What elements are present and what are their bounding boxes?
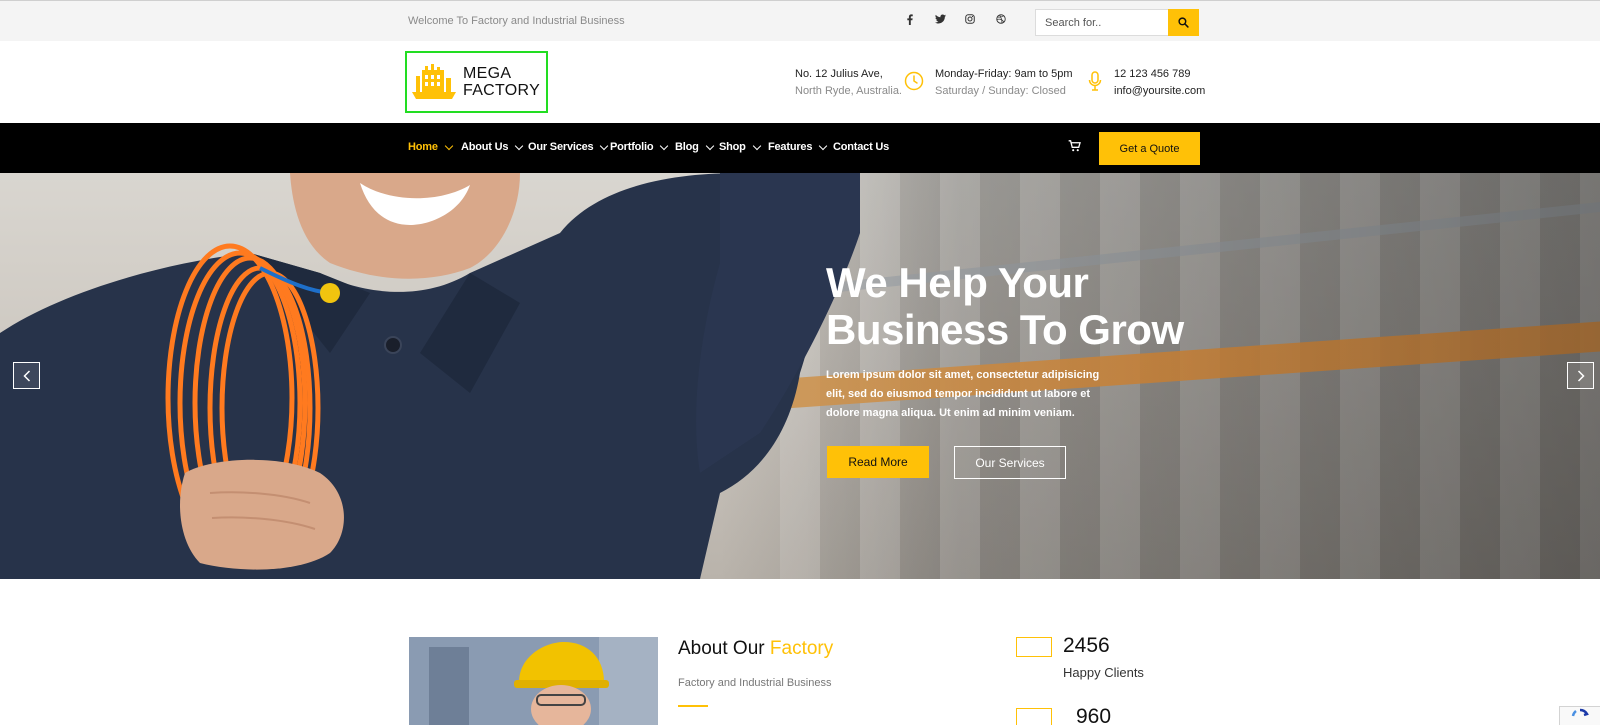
hours-line1: Monday-Friday: 9am to 5pm	[935, 68, 1073, 80]
nav-item-portfolio[interactable]: Portfolio	[610, 141, 669, 153]
contact-block: 12 123 456 789 info@yoursite.com	[1114, 66, 1205, 100]
chevron-left-icon	[22, 369, 30, 382]
address-line1: No. 12 Julius Ave,	[795, 68, 883, 80]
slider-next-button[interactable]	[1567, 362, 1594, 389]
chevron-down-icon	[515, 141, 524, 150]
hero-title-line2: Business To Grow	[826, 306, 1184, 353]
our-services-button[interactable]: Our Services	[954, 446, 1066, 479]
welcome-text: Welcome To Factory and Industrial Busine…	[408, 15, 625, 27]
about-title: About Our Factory	[678, 638, 833, 660]
factory-logo-icon	[412, 64, 456, 99]
chevron-down-icon	[819, 141, 828, 150]
worker-image	[0, 173, 860, 579]
nav-item-blog[interactable]: Blog	[675, 141, 714, 153]
stat-icon-box	[1016, 708, 1052, 725]
nav-item-shop[interactable]: Shop	[719, 141, 761, 153]
search-button[interactable]	[1168, 9, 1199, 36]
stat-value: 2456	[1063, 634, 1110, 657]
nav-label: Portfolio	[610, 141, 654, 153]
nav-label: Our Services	[528, 141, 594, 153]
chevron-down-icon	[600, 141, 609, 150]
hours-line2: Saturday / Sunday: Closed	[935, 85, 1066, 97]
hours-block: Monday-Friday: 9am to 5pm Saturday / Sun…	[935, 66, 1073, 100]
phone-number[interactable]: 12 123 456 789	[1114, 66, 1205, 83]
instagram-icon[interactable]	[963, 14, 977, 28]
read-more-button[interactable]: Read More	[827, 446, 929, 478]
nav-label: Shop	[719, 141, 746, 153]
hero-title: We Help Your Business To Grow	[826, 259, 1184, 353]
nav-item-contact-us[interactable]: Contact Us	[833, 141, 889, 153]
about-subtitle: Factory and Industrial Business	[678, 677, 832, 689]
chevron-down-icon	[660, 141, 669, 150]
dribbble-icon[interactable]	[994, 14, 1008, 28]
about-title-highlight: Factory	[769, 638, 834, 659]
nav-label: Contact Us	[833, 141, 890, 153]
about-image	[409, 637, 658, 725]
chevron-right-icon	[1577, 369, 1585, 382]
recaptcha-icon	[1571, 708, 1589, 717]
stat-icon-box	[1016, 637, 1052, 657]
chevron-down-icon	[444, 141, 454, 150]
logo-line1: MEGA	[463, 65, 512, 82]
address-line2: North Ryde, Australia.	[795, 85, 902, 97]
chevron-down-icon	[705, 141, 714, 150]
email-address[interactable]: info@yoursite.com	[1114, 83, 1205, 100]
logo-text: MEGA FACTORY	[463, 65, 540, 99]
address-block: No. 12 Julius Ave, North Ryde, Australia…	[795, 66, 902, 100]
cart-icon[interactable]	[1068, 140, 1081, 152]
nav-label: About Us	[461, 141, 509, 153]
facebook-icon[interactable]	[903, 14, 917, 28]
chevron-down-icon	[752, 141, 761, 150]
about-title-prefix: About Our	[678, 638, 765, 659]
main-nav: Home About Us Our Services Portfolio Blo…	[0, 123, 1600, 173]
about-divider	[678, 705, 708, 707]
recaptcha-badge[interactable]	[1559, 706, 1600, 725]
hero-title-line1: We Help Your	[826, 259, 1089, 306]
top-bar: Welcome To Factory and Industrial Busine…	[0, 0, 1600, 41]
site-header: MEGA FACTORY No. 12 Julius Ave, North Ry…	[0, 41, 1600, 123]
stat-label: Happy Clients	[1063, 665, 1144, 680]
nav-label: Features	[768, 141, 813, 153]
get-a-quote-button[interactable]: Get a Quote	[1099, 132, 1200, 165]
slider-prev-button[interactable]	[13, 362, 40, 389]
search-icon	[1178, 17, 1189, 28]
nav-item-features[interactable]: Features	[768, 141, 828, 153]
nav-label: Home	[408, 141, 438, 153]
twitter-icon[interactable]	[933, 14, 947, 28]
nav-item-our-services[interactable]: Our Services	[528, 141, 609, 153]
search-input[interactable]	[1035, 9, 1170, 36]
stat-value: 960	[1076, 705, 1112, 725]
site-logo[interactable]: MEGA FACTORY	[405, 51, 548, 113]
nav-item-home[interactable]: Home	[408, 141, 454, 153]
hero-description: Lorem ipsum dolor sit amet, consectetur …	[826, 369, 1100, 419]
nav-label: Blog	[675, 141, 699, 153]
clock-icon	[904, 71, 924, 91]
microphone-icon	[1088, 71, 1102, 91]
hero-slider: We Help Your Business To Grow Lorem ipsu…	[0, 173, 1600, 579]
nav-item-about-us[interactable]: About Us	[461, 141, 524, 153]
logo-line2: FACTORY	[463, 82, 541, 99]
